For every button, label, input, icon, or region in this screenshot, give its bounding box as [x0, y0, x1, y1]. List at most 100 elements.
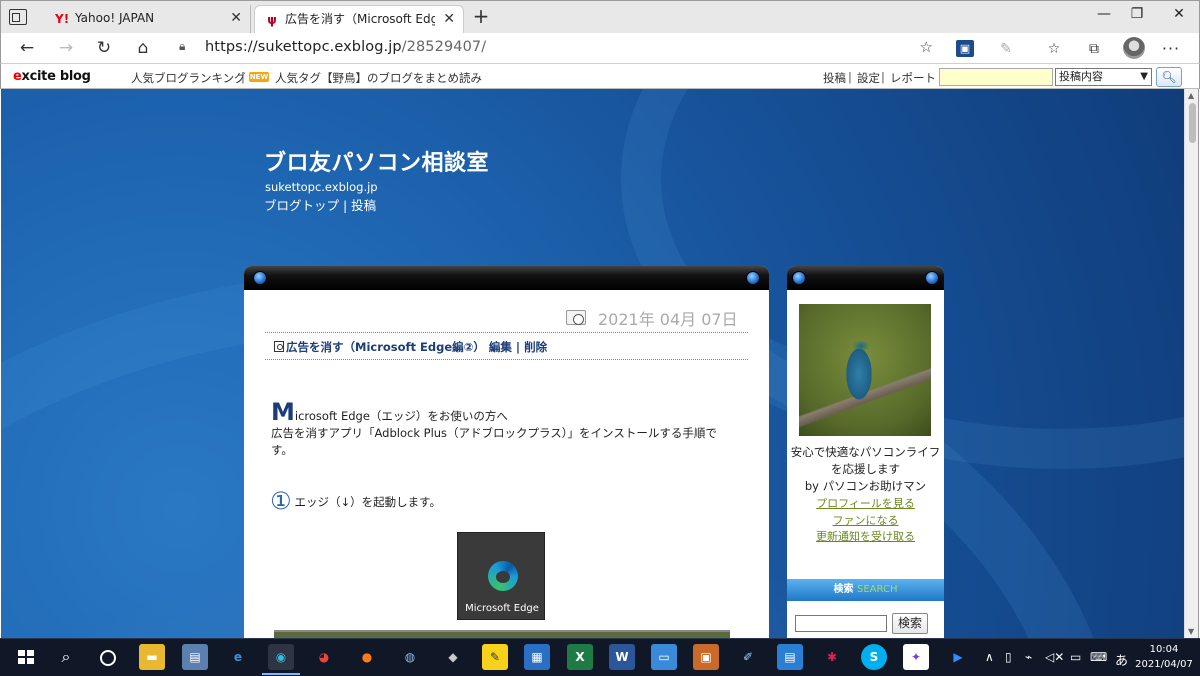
new-tab-button[interactable]: +	[471, 5, 491, 29]
scroll-thumb[interactable]	[1189, 103, 1196, 143]
exblog-favicon-icon: ψ	[267, 13, 277, 27]
toolbox-icon[interactable]: ▣	[693, 644, 719, 670]
ranking-link[interactable]: 人気ブログランキング	[131, 70, 246, 86]
blog-nav-links[interactable]: ブログトップ | 投稿	[264, 195, 376, 214]
favorites-icon[interactable]: ☆	[1044, 39, 1064, 59]
report-link[interactable]: レポート	[890, 70, 936, 86]
task-view-icon[interactable]	[94, 644, 120, 670]
post-link[interactable]: 投稿	[823, 70, 846, 86]
more-menu-icon[interactable]: ···	[1161, 39, 1181, 59]
search-icon: 🔍︎	[1161, 70, 1177, 84]
profile-avatar[interactable]	[1123, 37, 1145, 59]
edit-delete-links[interactable]: 編集 | 削除	[489, 340, 547, 354]
extension-icon[interactable]: ▣	[956, 40, 974, 57]
scroll-down-icon[interactable]: ▼	[1188, 627, 1194, 636]
blog-title[interactable]: ブロ友パソコン相談室	[264, 145, 489, 177]
scroll-up-icon[interactable]: ▲	[1188, 91, 1194, 100]
separator: |	[848, 70, 852, 84]
battery-icon[interactable]: ▭	[1070, 650, 1081, 664]
close-tab-icon[interactable]: ✕	[230, 5, 242, 32]
screen-capture-icon[interactable]: ▭	[651, 644, 677, 670]
decorative-bolt-icon	[746, 271, 760, 285]
search-scope-select[interactable]: 投稿内容 ▼	[1055, 68, 1152, 86]
start-windows-icon[interactable]	[13, 644, 39, 670]
collections-icon[interactable]: ⧉	[1084, 39, 1104, 59]
subscribe-updates-link[interactable]: 更新通知を受け取る	[787, 528, 944, 544]
post-title[interactable]: 広告を消す（Microsoft Edge編②）	[286, 340, 485, 354]
ime-indicator[interactable]: あ	[1115, 650, 1128, 669]
edge-tile-label: Microsoft Edge	[465, 603, 539, 614]
yahoo-favicon-icon: Y!	[55, 12, 70, 26]
paint-icon[interactable]: ◆	[440, 644, 466, 670]
sidebar-search-heading: 検索 SEARCH	[787, 579, 944, 601]
slack-icon[interactable]: ✱	[819, 644, 845, 670]
paint-brush-icon[interactable]: ✐	[735, 644, 761, 670]
tab-current-post[interactable]: ψ 広告を消す（Microsoft Edge編② ✕	[254, 5, 464, 34]
blog-domain: sukettopc.exblog.jp	[265, 180, 378, 194]
sidebar-search-input[interactable]	[795, 615, 887, 632]
taskbar-clock[interactable]: 10:04 2021/04/07	[1135, 642, 1193, 672]
edge-taskbar-icon[interactable]: ◉	[262, 644, 300, 675]
search-icon[interactable]: ⌕	[53, 644, 79, 670]
become-fan-link[interactable]: ファンになる	[787, 512, 944, 528]
home-button[interactable]: ⌂	[129, 36, 157, 60]
internet-explorer-icon[interactable]: e	[225, 644, 251, 670]
keyboard-icon[interactable]: ⌨	[1090, 650, 1107, 664]
restore-button[interactable]: ❐	[1114, 6, 1160, 22]
microsoft-edge-image: Microsoft Edge	[457, 532, 545, 620]
url-text[interactable]: https://sukettopc.exblog.jp/28529407/	[205, 39, 486, 55]
lock-icon[interactable]: 🔒︎	[179, 39, 191, 55]
blog-page: ブロ友パソコン相談室 sukettopc.exblog.jp ブログトップ | …	[1, 89, 1184, 638]
excel-icon[interactable]: X	[567, 644, 593, 670]
panel-header	[787, 266, 944, 290]
tab-strip: Y! Yahoo! JAPAN ✕ ψ 広告を消す（Microsoft Edge…	[0, 0, 1200, 34]
tab-actions-icon[interactable]	[9, 9, 27, 25]
chrome-icon[interactable]: ◕	[311, 644, 337, 670]
divider	[265, 332, 748, 333]
device-icon[interactable]: ▯	[1005, 650, 1012, 664]
sidebar-search-button[interactable]: 検索	[892, 613, 928, 634]
teams-like-icon[interactable]: ✦	[903, 644, 929, 670]
excite-search-button[interactable]: 🔍︎	[1156, 67, 1182, 87]
edge-logo-icon	[488, 561, 518, 591]
network-icon[interactable]: ⌁	[1025, 650, 1032, 664]
photos-app-icon[interactable]: ▤	[182, 644, 208, 670]
file-explorer-icon[interactable]: ▬	[139, 644, 165, 670]
back-button[interactable]: ←	[13, 36, 41, 60]
network-app-icon[interactable]: ◍	[397, 644, 423, 670]
close-tab-icon[interactable]: ✕	[443, 6, 455, 33]
popular-tag-link[interactable]: 人気タグ【野鳥】のブログをまとめ読み	[275, 70, 482, 86]
forward-button[interactable]: →	[52, 36, 80, 60]
remote-desktop-icon[interactable]: ▤	[777, 644, 803, 670]
step-number: ①	[270, 487, 292, 515]
address-bar[interactable]: 🔒︎ https://sukettopc.exblog.jp/28529407/…	[167, 35, 945, 61]
extension-disabled-icon[interactable]: ✎	[996, 39, 1016, 59]
post-date: 2021年 04月 07日	[598, 310, 738, 329]
skype-icon[interactable]: S	[861, 644, 887, 670]
view-profile-link[interactable]: プロフィールを見る	[787, 495, 944, 511]
excite-search-input[interactable]	[939, 68, 1053, 86]
drop-cap: M	[271, 398, 295, 426]
settings-link[interactable]: 設定	[857, 70, 880, 86]
decorative-bolt-icon	[792, 271, 806, 285]
step-1: ① エッジ（↓）を起動します。	[270, 487, 441, 515]
show-hidden-icons[interactable]: ∧	[985, 650, 994, 664]
excite-blog-logo[interactable]: excite blog	[13, 69, 91, 84]
close-window-button[interactable]: ✕	[1156, 6, 1200, 22]
sidebar-panel: 安心で快適なパソコンライフ を応援します by パソコンお助けマン プロフィール…	[787, 266, 944, 638]
chevron-down-icon: ▼	[1140, 71, 1148, 82]
tab-title: Yahoo! JAPAN	[75, 11, 155, 25]
tab-yahoo[interactable]: Y! Yahoo! JAPAN ✕	[45, 5, 251, 34]
sticky-notes-icon[interactable]: ✎	[482, 644, 508, 670]
firefox-icon[interactable]: ●	[354, 644, 380, 670]
address-toolbar: ← → ↻ ⌂ 🔒︎ https://sukettopc.exblog.jp/2…	[0, 33, 1200, 63]
post-heading: 広告を消す（Microsoft Edge編②） 編集 | 削除	[274, 339, 547, 355]
page-scrollbar[interactable]: ▲ ▼	[1184, 89, 1199, 638]
add-favorite-icon[interactable]: ☆	[920, 38, 933, 56]
refresh-button[interactable]: ↻	[90, 36, 118, 60]
windows-taskbar: ⌕ ▬ ▤ e ◉ ◕ ● ◍ ◆ ✎ ▦ X W ▭ ▣ ✐ ▤ ✱ S ✦ …	[0, 638, 1200, 676]
zoom-icon[interactable]: ▶	[945, 644, 971, 670]
volume-muted-icon[interactable]: ◁✕	[1045, 650, 1064, 664]
word-icon[interactable]: W	[609, 644, 635, 670]
calendar-app-icon[interactable]: ▦	[524, 644, 550, 670]
